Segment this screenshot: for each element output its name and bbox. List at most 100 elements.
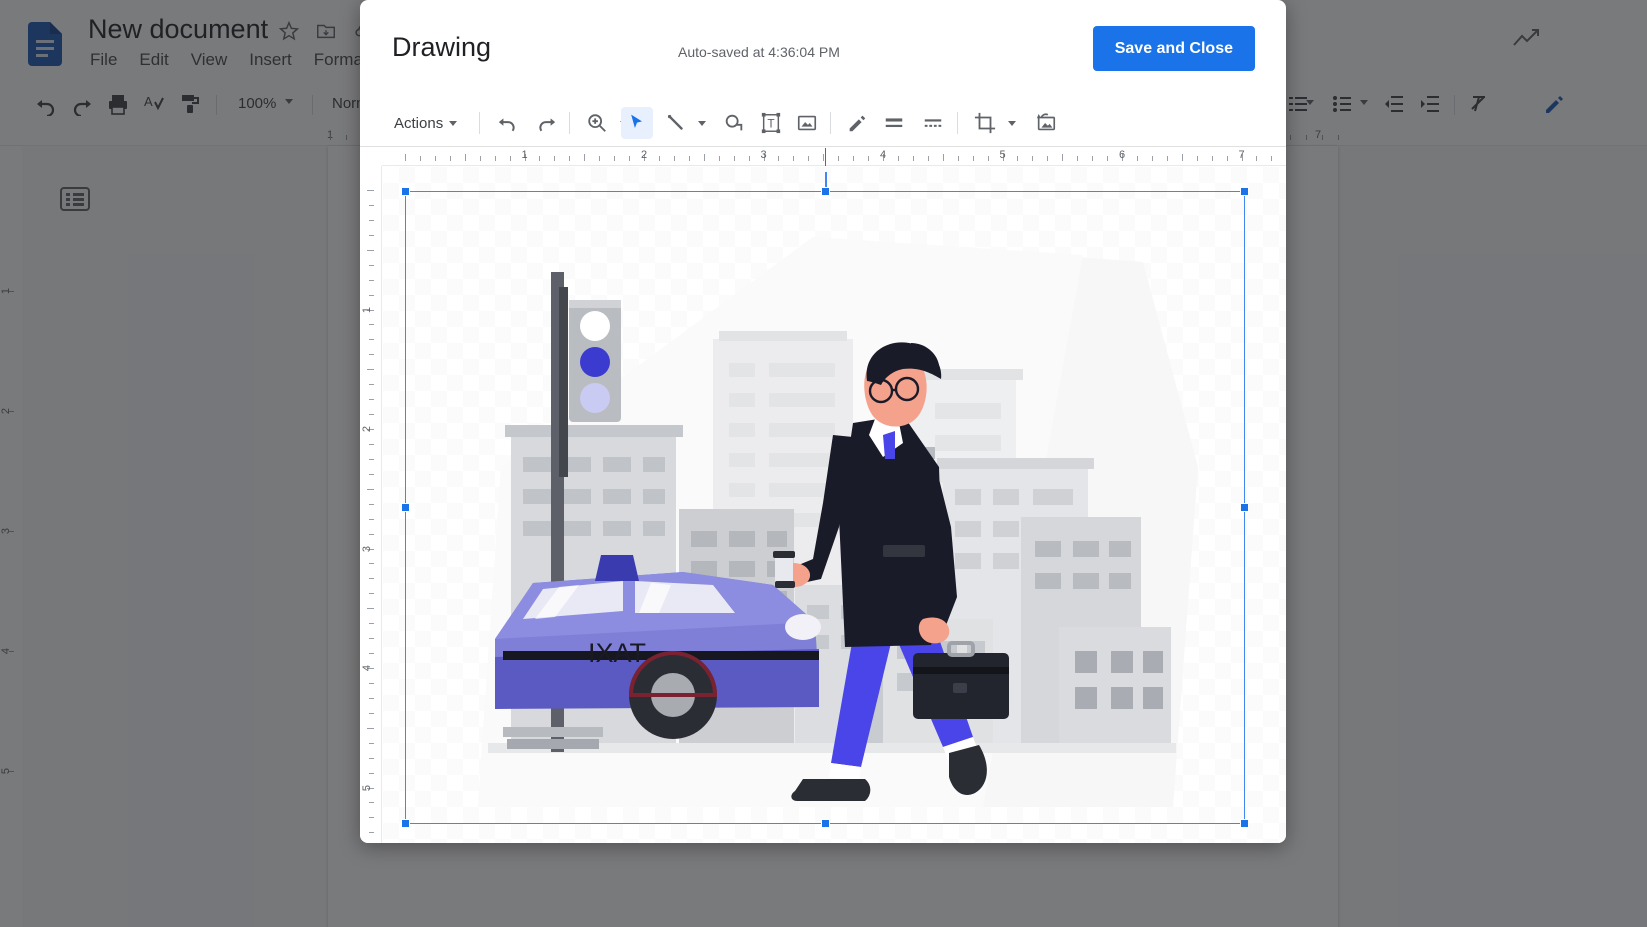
ruler-tick bbox=[1077, 156, 1079, 161]
ruler-tick bbox=[509, 156, 511, 161]
ruler-tick bbox=[987, 156, 989, 161]
border-color-pencil-icon bbox=[849, 115, 866, 132]
ruler-tick bbox=[972, 156, 974, 161]
border-color-button[interactable] bbox=[841, 107, 873, 139]
ruler-tick bbox=[369, 279, 374, 281]
ruler-number: 3 bbox=[361, 545, 374, 552]
ruler-number: 3 bbox=[760, 149, 767, 161]
ruler-tick bbox=[369, 832, 374, 834]
text-box-tool-button[interactable]: T bbox=[755, 107, 787, 139]
ruler-tick bbox=[569, 156, 571, 161]
ruler-tick bbox=[369, 772, 374, 774]
ruler-tick bbox=[703, 154, 705, 161]
zoom-button[interactable] bbox=[581, 107, 613, 139]
ruler-tick bbox=[369, 264, 374, 266]
actions-menu-button[interactable]: Actions bbox=[388, 107, 463, 139]
ruler-tick bbox=[369, 443, 374, 445]
ruler-number: 2 bbox=[640, 149, 648, 161]
ruler-tick bbox=[419, 156, 421, 161]
toolbar-divider bbox=[830, 112, 831, 134]
ruler-number: 1 bbox=[521, 149, 528, 161]
ruler-tick bbox=[369, 219, 374, 221]
ruler-tick bbox=[367, 369, 374, 371]
drawing-vertical-ruler[interactable]: 1 2 3 4 5 bbox=[360, 166, 382, 843]
ruler-tick bbox=[369, 234, 374, 236]
ruler-tick bbox=[449, 156, 451, 161]
ruler-number: 2 bbox=[361, 425, 374, 433]
ruler-tick bbox=[369, 712, 374, 714]
ruler-tick bbox=[434, 156, 436, 161]
ruler-tick bbox=[369, 593, 374, 595]
ruler-tick bbox=[599, 156, 601, 161]
ruler-tick bbox=[367, 249, 374, 251]
ruler-number: 6 bbox=[1118, 149, 1126, 161]
drawing-horizontal-ruler[interactable]: 1 2 3 4 5 6 7 bbox=[382, 148, 1286, 166]
ruler-tick bbox=[942, 154, 944, 161]
line-tool-button[interactable] bbox=[660, 107, 692, 139]
ruler-tick bbox=[369, 473, 374, 475]
ruler-tick bbox=[793, 156, 795, 161]
ruler-tick bbox=[629, 156, 631, 161]
drawing-dialog: Drawing Auto-saved at 4:36:04 PM Save an… bbox=[360, 0, 1286, 843]
ruler-tick bbox=[673, 156, 675, 161]
ruler-tick bbox=[554, 156, 556, 161]
crop-dropdown[interactable] bbox=[1004, 107, 1020, 139]
ruler-tick bbox=[369, 354, 374, 356]
replace-image-icon bbox=[1036, 113, 1056, 131]
drawing-toolbar: Actions T bbox=[360, 100, 1286, 147]
chevron-down-icon bbox=[449, 120, 458, 126]
shape-tool-button[interactable] bbox=[718, 107, 750, 139]
border-weight-button[interactable] bbox=[878, 107, 910, 139]
ruler-tick bbox=[369, 414, 374, 416]
ruler-tick bbox=[369, 653, 374, 655]
undo-button[interactable] bbox=[492, 107, 524, 139]
ruler-tick bbox=[479, 156, 481, 161]
redo-button[interactable] bbox=[530, 107, 562, 139]
ruler-tick bbox=[897, 156, 899, 161]
ruler-tick bbox=[1196, 156, 1198, 161]
ruler-tick bbox=[369, 802, 374, 804]
ruler-tick bbox=[1226, 156, 1228, 161]
chevron-down-icon bbox=[698, 120, 706, 126]
drawing-dialog-title: Drawing bbox=[392, 32, 492, 62]
border-dash-icon bbox=[924, 119, 942, 127]
ruler-tick bbox=[1136, 156, 1138, 161]
ruler-tick bbox=[369, 399, 374, 401]
ruler-tick bbox=[369, 697, 374, 699]
shape-icon bbox=[725, 114, 743, 131]
selection-rotate-line bbox=[825, 172, 827, 194]
crop-image-button[interactable] bbox=[969, 107, 1001, 139]
redo-icon bbox=[539, 118, 556, 132]
ruler-tick bbox=[912, 156, 914, 161]
ruler-tick bbox=[369, 503, 374, 505]
insert-image-button[interactable] bbox=[791, 107, 823, 139]
ruler-tick bbox=[367, 608, 374, 610]
ruler-tick bbox=[369, 682, 374, 684]
drawing-dialog-header: Drawing Auto-saved at 4:36:04 PM Save an… bbox=[360, 0, 1286, 100]
ruler-tick bbox=[733, 156, 735, 161]
drawing-canvas[interactable]: IXAT bbox=[383, 167, 1286, 843]
ruler-tick bbox=[369, 533, 374, 535]
crop-icon bbox=[974, 112, 996, 134]
border-dash-button[interactable] bbox=[917, 107, 949, 139]
select-tool-button[interactable] bbox=[621, 107, 653, 139]
save-and-close-button[interactable]: Save and Close bbox=[1092, 26, 1255, 71]
ruler-tick bbox=[1017, 156, 1019, 161]
ruler-tick bbox=[688, 156, 690, 161]
ruler-tick bbox=[1032, 156, 1034, 161]
chevron-down-icon bbox=[1008, 120, 1016, 126]
svg-text:T: T bbox=[767, 117, 774, 131]
line-dropdown[interactable] bbox=[694, 107, 710, 139]
replace-image-button[interactable] bbox=[1030, 107, 1062, 139]
ruler-tick bbox=[838, 156, 840, 161]
ruler-tick bbox=[1271, 156, 1273, 161]
svg-text:IXAT: IXAT bbox=[588, 638, 646, 668]
ruler-tick bbox=[808, 156, 810, 161]
ruler-number: 7 bbox=[1238, 149, 1245, 161]
zoom-in-icon bbox=[588, 114, 606, 132]
ruler-tick bbox=[405, 154, 406, 161]
border-weight-icon bbox=[885, 118, 903, 128]
ruler-tick bbox=[464, 154, 466, 161]
ruler-tick bbox=[369, 384, 374, 386]
city-street-illustration[interactable]: IXAT bbox=[383, 167, 1286, 843]
